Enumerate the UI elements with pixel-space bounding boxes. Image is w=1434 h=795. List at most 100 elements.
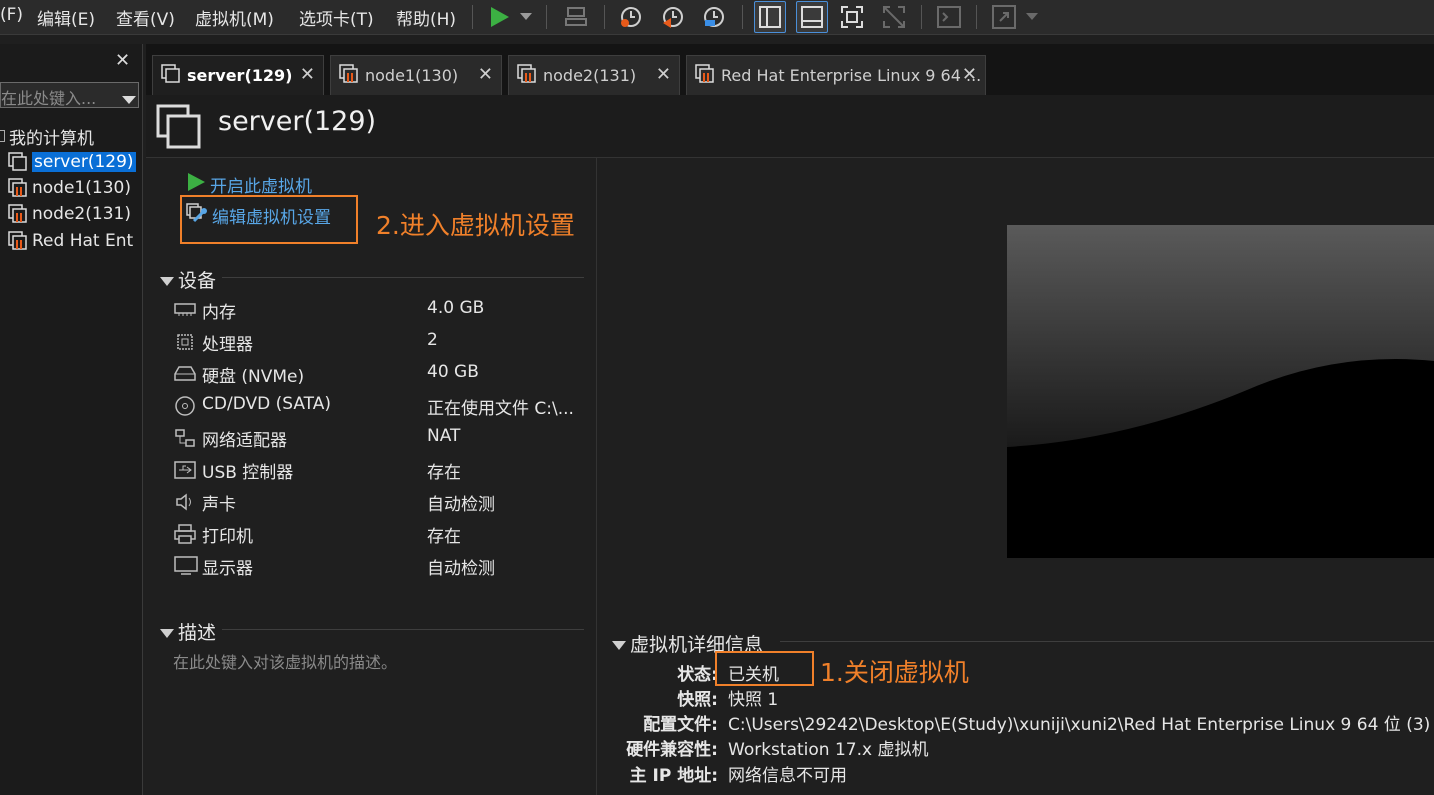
description-heading[interactable]: 描述 bbox=[160, 618, 216, 645]
device-name: 打印机 bbox=[202, 527, 253, 547]
tab-label: Red Hat Enterprise Linux 9 64 ... bbox=[721, 66, 982, 85]
device-name: 硬盘 (NVMe) bbox=[202, 367, 305, 387]
vm-running-icon bbox=[8, 204, 28, 224]
device-name: USB 控制器 bbox=[202, 463, 294, 483]
memory-icon bbox=[174, 300, 196, 320]
chevron-down-icon[interactable] bbox=[518, 4, 534, 30]
annotation-box-step2 bbox=[180, 195, 358, 244]
sidebar-close-button[interactable]: ✕ bbox=[115, 50, 130, 71]
tree-root-label: 我的计算机 bbox=[9, 128, 94, 149]
collapse-icon[interactable] bbox=[0, 130, 5, 142]
device-row-memory[interactable]: 内存 4.0 GB bbox=[174, 298, 594, 324]
tab-node1[interactable]: node1(130) ✕ bbox=[330, 55, 502, 95]
device-row-cd[interactable]: CD/DVD (SATA) 正在使用文件 C:\... bbox=[174, 394, 594, 420]
tree-item-server[interactable]: server(129) bbox=[8, 150, 136, 174]
state-label: 状态: bbox=[677, 665, 718, 685]
chevron-down-icon[interactable] bbox=[122, 90, 136, 109]
fullscreen-icon[interactable] bbox=[838, 4, 866, 30]
toolbar-separator bbox=[976, 5, 977, 29]
tree-root-my-computer[interactable]: 我的计算机 bbox=[0, 124, 94, 149]
device-row-network[interactable]: 网络适配器 NAT bbox=[174, 426, 594, 452]
menu-file[interactable]: (F) bbox=[0, 5, 23, 25]
menu-help[interactable]: 帮助(H) bbox=[396, 5, 456, 30]
device-row-disk[interactable]: 硬盘 (NVMe) 40 GB bbox=[174, 362, 594, 388]
tree-item-redhat[interactable]: Red Hat Ent bbox=[8, 229, 138, 253]
device-value: 自动检测 bbox=[427, 495, 495, 515]
cd-icon bbox=[174, 396, 196, 416]
section-divider bbox=[222, 629, 584, 630]
close-icon[interactable]: ✕ bbox=[656, 64, 671, 85]
snapshot-take-icon[interactable] bbox=[617, 4, 645, 30]
device-row-cpu[interactable]: 处理器 2 bbox=[174, 330, 594, 356]
vm-preview-image bbox=[1007, 225, 1434, 558]
power-on-link[interactable]: 开启此虚拟机 bbox=[186, 172, 312, 197]
ip-address-label: 主 IP 地址: bbox=[629, 766, 718, 786]
collapse-icon bbox=[160, 629, 174, 638]
device-value: 存在 bbox=[427, 463, 461, 483]
devices-heading[interactable]: 设备 bbox=[160, 266, 216, 293]
sidebar-toggle-icon[interactable] bbox=[754, 1, 786, 33]
vm-running-icon bbox=[8, 178, 28, 198]
device-name: 声卡 bbox=[202, 495, 236, 515]
play-icon[interactable] bbox=[486, 4, 512, 30]
menu-vm[interactable]: 虚拟机(M) bbox=[195, 5, 274, 30]
toolbar-separator bbox=[546, 5, 547, 29]
device-name: 网络适配器 bbox=[202, 431, 287, 451]
unity-icon[interactable] bbox=[880, 4, 908, 30]
library-search-input[interactable]: 在此处键入... bbox=[0, 82, 139, 108]
close-icon[interactable]: ✕ bbox=[962, 64, 977, 85]
snapshot-revert-icon[interactable] bbox=[659, 4, 687, 30]
stretch-icon[interactable] bbox=[990, 4, 1018, 30]
menu-edit[interactable]: 编辑(E) bbox=[37, 5, 95, 30]
device-row-display[interactable]: 显示器 自动检测 bbox=[174, 554, 594, 580]
config-file-value: C:\Users\29242\Desktop\E(Study)\xuniji\x… bbox=[728, 715, 1431, 735]
play-icon bbox=[186, 172, 206, 197]
hardware-compat-label: 硬件兼容性: bbox=[626, 740, 718, 760]
device-value: 存在 bbox=[427, 527, 461, 547]
device-row-sound[interactable]: 声卡 自动检测 bbox=[174, 490, 594, 516]
printer-icon bbox=[174, 524, 196, 544]
device-value: 4.0 GB bbox=[427, 298, 485, 318]
tab-server[interactable]: server(129) ✕ bbox=[152, 55, 324, 95]
pane-divider bbox=[596, 158, 597, 795]
tab-label: node2(131) bbox=[543, 66, 637, 85]
vm-preview-thumbnail[interactable] bbox=[1007, 225, 1434, 558]
display-icon bbox=[174, 556, 198, 576]
close-icon[interactable]: ✕ bbox=[478, 64, 493, 85]
menu-view[interactable]: 查看(V) bbox=[116, 5, 175, 30]
tree-item-node2[interactable]: node2(131) bbox=[8, 202, 131, 226]
vm-running-icon bbox=[8, 231, 28, 251]
description-input[interactable]: 在此处键入对该虚拟机的描述。 bbox=[173, 649, 397, 673]
vm-running-icon bbox=[517, 63, 537, 88]
device-name: CD/DVD (SATA) bbox=[202, 394, 331, 414]
annotation-box-step1 bbox=[715, 651, 814, 686]
menu-bar: (F) 编辑(E) 查看(V) 虚拟机(M) 选项卡(T) 帮助(H) bbox=[0, 0, 1434, 35]
send-keys-icon[interactable] bbox=[562, 4, 590, 30]
menu-tabs[interactable]: 选项卡(T) bbox=[299, 5, 374, 30]
device-name: 内存 bbox=[202, 303, 236, 323]
vm-icon bbox=[161, 63, 181, 88]
device-name: 显示器 bbox=[202, 559, 253, 579]
device-row-usb[interactable]: USB 控制器 存在 bbox=[174, 458, 594, 484]
section-divider bbox=[780, 641, 1434, 642]
tab-redhat[interactable]: Red Hat Enterprise Linux 9 64 ... ✕ bbox=[686, 55, 986, 95]
tab-label: node1(130) bbox=[365, 66, 459, 85]
power-on-label: 开启此虚拟机 bbox=[210, 177, 312, 197]
snapshot-manager-icon[interactable] bbox=[700, 4, 728, 30]
description-heading-label: 描述 bbox=[178, 622, 217, 644]
console-icon[interactable] bbox=[935, 4, 963, 30]
device-value: 40 GB bbox=[427, 362, 479, 382]
toolbar-separator bbox=[472, 5, 473, 29]
tab-label: server(129) bbox=[187, 66, 293, 85]
close-icon[interactable]: ✕ bbox=[300, 64, 315, 85]
device-row-printer[interactable]: 打印机 存在 bbox=[174, 522, 594, 548]
chevron-down-icon[interactable] bbox=[1024, 4, 1040, 30]
config-file-label: 配置文件: bbox=[643, 715, 718, 735]
tab-node2[interactable]: node2(131) ✕ bbox=[508, 55, 680, 95]
ip-address-value: 网络信息不可用 bbox=[728, 766, 847, 786]
tree-item-node1[interactable]: node1(130) bbox=[8, 176, 131, 200]
device-name: 处理器 bbox=[202, 335, 253, 355]
thumbnail-bar-icon[interactable] bbox=[796, 1, 828, 33]
vm-icon bbox=[8, 152, 28, 172]
annotation-step1: 1.关闭虚拟机 bbox=[820, 658, 969, 687]
